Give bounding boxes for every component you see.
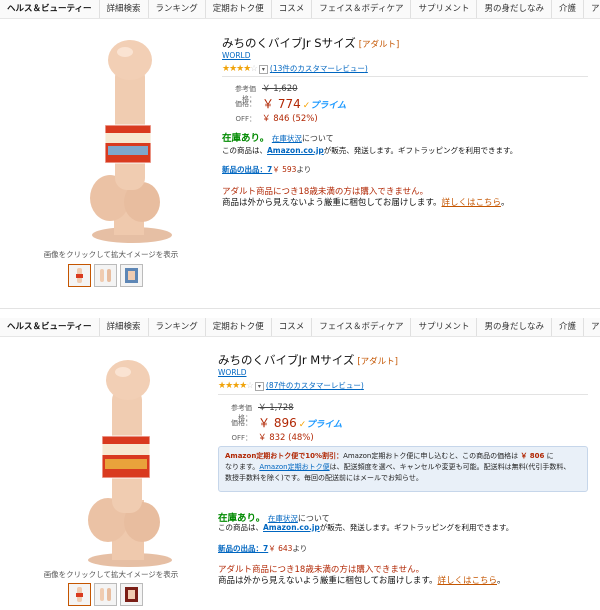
thumbnail-1[interactable] bbox=[68, 583, 91, 606]
nav-item-subscribe[interactable]: 定期おトク便 bbox=[206, 0, 272, 18]
product-title[interactable]: みちのくバイブJr Sサイズ [アダルト] bbox=[222, 35, 399, 51]
nav-item-cosme[interactable]: コスメ bbox=[272, 0, 313, 18]
packaging-note: 商品は外から見えないよう厳重に梱包してお届けします。詳しくはこちら。 bbox=[222, 198, 510, 208]
nav-item-supplement[interactable]: サプリメント bbox=[411, 318, 478, 336]
list-price: ￥ 1,728 bbox=[258, 403, 294, 413]
list-price: ￥ 1,620 bbox=[262, 84, 298, 94]
off-label: OFF： bbox=[231, 434, 252, 442]
brand-link[interactable]: WORLD bbox=[218, 368, 246, 377]
subscribe-link[interactable]: Amazon定期おトク便 bbox=[259, 463, 329, 471]
section-divider bbox=[0, 308, 600, 309]
nav-item-bodycare[interactable]: フェイス＆ボディケア bbox=[312, 318, 412, 336]
nav-item-ranking[interactable]: ランキング bbox=[149, 0, 206, 18]
review-link[interactable]: (87件のカスタマーレビュー) bbox=[266, 381, 364, 390]
nav-item-mens[interactable]: 男の身だしなみ bbox=[477, 318, 552, 336]
new-offers-link[interactable]: 新品の出品：7 bbox=[218, 544, 268, 553]
product-title[interactable]: みちのくバイブJr Mサイズ [アダルト] bbox=[218, 352, 398, 368]
nav-item-subscribe[interactable]: 定期おトク便 bbox=[206, 318, 272, 336]
price-label: 価格： bbox=[235, 100, 256, 108]
review-link[interactable]: (13件のカスタマーレビュー) bbox=[270, 64, 368, 73]
subscribe-lead: Amazon定期おトク便で10%割引： bbox=[225, 452, 344, 460]
nav-item-ranking[interactable]: ランキング bbox=[149, 318, 206, 336]
discount: ￥ 846 (52%) bbox=[262, 114, 318, 124]
nav-item-bodycare[interactable]: フェイス＆ボディケア bbox=[312, 0, 412, 18]
seller-link[interactable]: Amazon.co.jp bbox=[267, 146, 324, 155]
category-nav: ヘルス＆ビューティー 詳細検索 ランキング 定期おトク便 コスメ フェイス＆ボディケア サプ… bbox=[0, 318, 600, 337]
star-rating[interactable]: ★★★★☆ bbox=[218, 381, 254, 391]
adult-tag: [アダルト] bbox=[357, 357, 398, 367]
stock-link[interactable]: 在庫状況 bbox=[272, 134, 302, 143]
subscribe-save-box: Amazon定期おトク便で10%割引：Amazon定期おトク便に申し込むと、この… bbox=[218, 446, 588, 492]
image-caption: 画像をクリックして拡大イメージを表示 bbox=[43, 570, 179, 579]
new-offers: 新品の出品：7￥ 593より bbox=[222, 165, 312, 174]
nav-item-search[interactable]: 詳細検索 bbox=[100, 318, 149, 336]
thumbnail-3[interactable] bbox=[120, 264, 143, 287]
price: ￥ 896 bbox=[258, 416, 297, 430]
nav-item-cosme[interactable]: コスメ bbox=[272, 318, 313, 336]
details-link[interactable]: 詳しくはこちら bbox=[441, 198, 501, 208]
nav-item-adult[interactable]: アダルトグッズ bbox=[584, 318, 600, 336]
stock-status: 在庫あり。 在庫状況について bbox=[222, 133, 334, 144]
prime-badge: ✓プライム bbox=[302, 101, 347, 111]
details-link[interactable]: 詳しくはこちら bbox=[437, 576, 497, 586]
adult-tag: [アダルト] bbox=[358, 40, 400, 50]
thumbnail-1[interactable] bbox=[68, 264, 91, 287]
discount: ￥ 832 (48%) bbox=[258, 433, 314, 443]
seller-link[interactable]: Amazon.co.jp bbox=[263, 523, 320, 532]
rating-row: ★★★★☆ ▾ (13件のカスタマーレビュー) bbox=[222, 63, 368, 74]
chevron-down-icon[interactable]: ▾ bbox=[254, 381, 264, 391]
nav-item-adult[interactable]: アダルトグッズ bbox=[584, 0, 600, 18]
nav-item-mens[interactable]: 男の身だしなみ bbox=[477, 0, 552, 18]
price-label: 価格： bbox=[231, 419, 252, 427]
brand-link[interactable]: WORLD bbox=[222, 51, 250, 60]
chevron-down-icon[interactable]: ▾ bbox=[258, 64, 268, 74]
thumbnail-2[interactable] bbox=[94, 583, 117, 606]
sold-by: この商品は、Amazon.co.jpが販売、発送します。ギフトラッピングを利用で… bbox=[222, 146, 518, 155]
thumbnail-strip bbox=[68, 264, 148, 287]
nav-item-health[interactable]: ヘルス＆ビューティー bbox=[0, 0, 100, 18]
prime-badge: ✓プライム bbox=[298, 420, 343, 430]
divider bbox=[222, 76, 588, 77]
category-nav: ヘルス＆ビューティー 詳細検索 ランキング 定期おトク便 コスメ フェイス＆ボディケア サプ… bbox=[0, 0, 600, 19]
nav-item-care[interactable]: 介護 bbox=[552, 318, 584, 336]
product-panel-m: ヘルス＆ビューティー 詳細検索 ランキング 定期おトク便 コスメ フェイス＆ボディケア サプ… bbox=[0, 318, 600, 610]
nav-item-health[interactable]: ヘルス＆ビューティー bbox=[0, 318, 100, 336]
nav-item-search[interactable]: 詳細検索 bbox=[100, 0, 149, 18]
thumbnail-2[interactable] bbox=[94, 264, 117, 287]
star-rating[interactable]: ★★★★☆ bbox=[222, 64, 258, 74]
thumbnail-3[interactable] bbox=[120, 583, 143, 606]
product-image[interactable] bbox=[70, 350, 175, 568]
divider bbox=[218, 394, 588, 395]
thumbnail-strip bbox=[68, 583, 148, 606]
nav-item-supplement[interactable]: サプリメント bbox=[411, 0, 478, 18]
new-offers-link[interactable]: 新品の出品：7 bbox=[222, 165, 272, 174]
off-label: OFF： bbox=[235, 115, 256, 123]
sold-by: この商品は、Amazon.co.jpが販売、発送します。ギフトラッピングを利用で… bbox=[218, 523, 514, 532]
rating-row: ★★★★☆ ▾ (87件のカスタマーレビュー) bbox=[218, 380, 364, 391]
packaging-note: 商品は外から見えないよう厳重に梱包してお届けします。詳しくはこちら。 bbox=[218, 576, 506, 586]
product-image[interactable] bbox=[70, 30, 175, 245]
new-offers: 新品の出品：7￥ 643より bbox=[218, 544, 308, 553]
image-caption: 画像をクリックして拡大イメージを表示 bbox=[43, 250, 179, 259]
price: ￥ 774 bbox=[262, 97, 301, 111]
product-panel-s: ヘルス＆ビューティー 詳細検索 ランキング 定期おトク便 コスメ フェイス＆ボディケア サプ… bbox=[0, 0, 600, 306]
nav-item-care[interactable]: 介護 bbox=[552, 0, 584, 18]
subscribe-price: ￥ 806 bbox=[520, 452, 545, 460]
